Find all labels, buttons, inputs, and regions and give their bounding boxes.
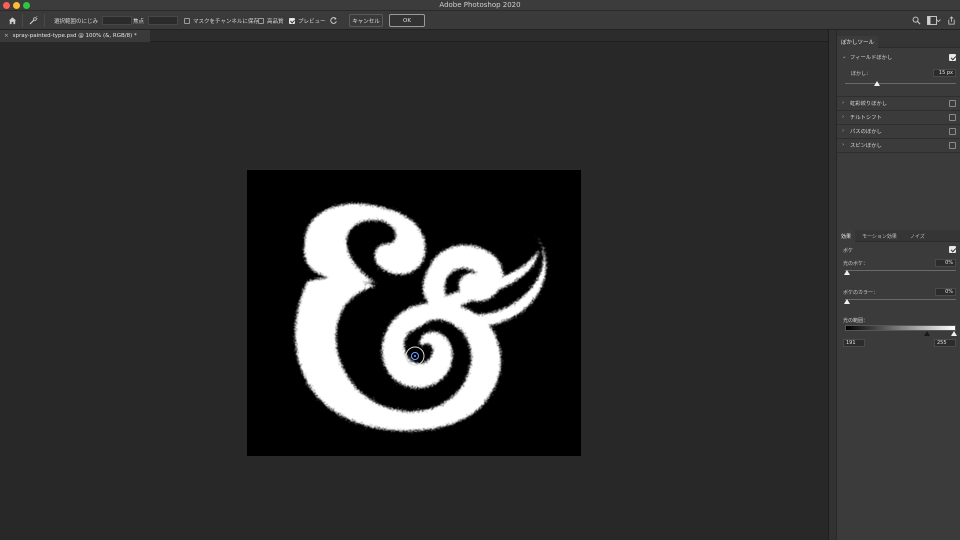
title-bar: Adobe Photoshop 2020 [0, 0, 960, 11]
tab-noise[interactable]: ノイズ [910, 230, 925, 242]
workspace[interactable] [0, 42, 828, 540]
tilt-shift-checkbox[interactable] [949, 113, 956, 121]
light-range-label: 光の範囲： [843, 318, 869, 324]
cancel-button[interactable]: キャンセル [349, 14, 383, 27]
preview-checkbox[interactable] [289, 17, 295, 24]
spin-blur-checkbox[interactable] [949, 141, 956, 149]
iris-blur-checkbox[interactable] [949, 99, 956, 107]
document-tab-bar: × spray-painted-type.psd @ 100% (&, RGB/… [0, 30, 830, 42]
tab-effects[interactable]: 効果 [837, 230, 856, 242]
blur-amount-slider[interactable] [845, 83, 956, 84]
bokeh-checkbox[interactable] [949, 246, 956, 253]
save-mask-checkbox[interactable] [184, 17, 190, 24]
tilt-shift-row[interactable]: › チルトシフト [837, 110, 960, 124]
bokeh-color-label: ボケのカラー： [843, 290, 879, 296]
high-quality-label: 高品質 [267, 18, 284, 25]
light-bokeh-field[interactable]: 0% [935, 259, 956, 267]
blur-tools-tab[interactable]: ぼかしツール [837, 36, 879, 48]
light-bokeh-slider-thumb[interactable] [844, 270, 850, 275]
document-tab[interactable]: × spray-painted-type.psd @ 100% (&, RGB/… [0, 30, 150, 42]
blur-gallery-panel: ぼかしツール ⌄ フィールドぼかし ぼかし： 15 px › 虹彩絞りぼかし ›… [837, 30, 960, 540]
field-blur-checkbox[interactable] [949, 53, 956, 61]
bokeh-color-slider[interactable] [845, 299, 956, 300]
bokeh-label: ボケ [843, 248, 854, 254]
light-range-gradient[interactable] [845, 325, 956, 331]
field-blur-label: フィールドぼかし [850, 55, 893, 61]
spin-blur-row[interactable]: › スピンぼかし [837, 138, 960, 152]
blur-tools-header: ぼかしツール [837, 30, 960, 48]
spin-blur-label: スピンぼかし [850, 143, 882, 149]
chevron-right-icon[interactable]: › [842, 142, 850, 148]
light-bokeh-slider[interactable] [845, 270, 956, 271]
document-canvas[interactable] [247, 170, 581, 456]
iris-blur-label: 虹彩絞りぼかし [850, 101, 888, 107]
panel-divider[interactable] [828, 30, 836, 540]
effects-tab-bar: 効果 モーション効果 ノイズ [837, 230, 960, 242]
path-blur-checkbox[interactable] [949, 127, 956, 135]
blur-amount-slider-thumb[interactable] [874, 81, 880, 86]
options-bar: 選択範囲のにじみ 焦点 マスクをチャンネルに保存 高品質 プレビュー キャンセル… [0, 11, 960, 30]
light-bokeh-label: 光のボケ： [843, 261, 869, 267]
search-icon[interactable] [911, 15, 922, 26]
save-mask-option[interactable]: マスクをチャンネルに保存 [184, 11, 259, 30]
chevron-right-icon[interactable]: › [842, 100, 850, 106]
save-mask-label: マスクをチャンネルに保存 [193, 18, 259, 25]
home-icon[interactable] [7, 15, 18, 26]
feather-selection-group: 選択範囲のにじみ [54, 11, 133, 30]
tilt-shift-label: チルトシフト [850, 115, 882, 121]
path-blur-row[interactable]: › パスのぼかし [837, 124, 960, 138]
blur-amount-label: ぼかし： [851, 71, 872, 77]
iris-blur-row[interactable]: › 虹彩絞りぼかし [837, 96, 960, 110]
light-range-max-thumb[interactable] [951, 331, 957, 336]
feather-selection-label: 選択範囲のにじみ [54, 18, 99, 25]
path-blur-label: パスのぼかし [850, 129, 882, 135]
ok-button[interactable]: OK [389, 14, 425, 27]
bokeh-color-field[interactable]: 0% [935, 288, 956, 296]
preview-label: プレビュー [298, 18, 326, 25]
focus-group: 焦点 [133, 11, 179, 30]
focus-label: 焦点 [133, 18, 145, 25]
chevron-down-icon[interactable] [935, 15, 941, 26]
feather-selection-field[interactable] [102, 16, 133, 25]
high-quality-option[interactable]: 高品質 [258, 11, 284, 30]
document-tab-label: spray-painted-type.psd @ 100% (&, RGB/8)… [12, 33, 137, 39]
light-range-min-thumb[interactable] [924, 331, 930, 336]
chevron-right-icon[interactable]: › [842, 114, 850, 120]
tab-motion-effects[interactable]: モーション効果 [862, 230, 897, 242]
chevron-right-icon[interactable]: › [842, 128, 850, 134]
close-tab-icon[interactable]: × [4, 33, 9, 39]
bokeh-color-slider-thumb[interactable] [844, 299, 850, 304]
preview-option[interactable]: プレビュー [289, 11, 326, 30]
reset-icon[interactable] [328, 15, 339, 26]
app-title: Adobe Photoshop 2020 [439, 1, 521, 9]
high-quality-checkbox[interactable] [258, 17, 264, 24]
light-range-max-field[interactable]: 255 [934, 339, 956, 347]
chevron-down-icon[interactable]: ⌄ [842, 54, 850, 60]
blur-amount-field[interactable]: 15 px [933, 69, 956, 77]
ampersand-artwork [295, 203, 547, 431]
field-blur-row[interactable]: ⌄ フィールドぼかし [837, 50, 960, 64]
focus-field[interactable] [148, 16, 179, 25]
share-icon[interactable] [946, 15, 957, 26]
light-range-min-field[interactable]: 191 [843, 339, 865, 347]
blur-tool-icon[interactable] [27, 15, 38, 26]
